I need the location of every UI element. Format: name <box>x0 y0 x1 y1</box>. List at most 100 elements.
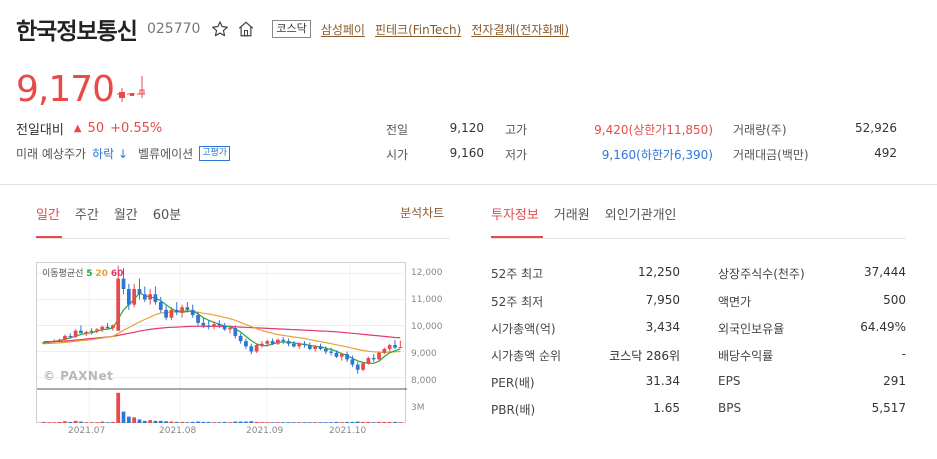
volume-bar <box>212 422 216 423</box>
ma-legend-label: 이동평균선 <box>42 269 84 279</box>
volume-bar <box>73 420 78 423</box>
candle-body <box>63 335 67 340</box>
tab-daily[interactable]: 일간 <box>36 204 60 223</box>
volume-bar <box>339 422 344 423</box>
volume-bar <box>366 421 371 423</box>
predict-value[interactable]: 하락 ↓ <box>92 145 128 162</box>
volume-bar <box>57 421 62 423</box>
candle-body <box>377 352 381 360</box>
tab-broker[interactable]: 거래원 <box>554 204 590 223</box>
change-label: 전일대비 <box>16 123 64 138</box>
candle-body <box>185 307 190 310</box>
candle-body <box>350 359 355 365</box>
candle-body <box>121 278 126 290</box>
candle-body <box>382 348 387 353</box>
info-tabs-line <box>491 238 906 239</box>
volume-bar <box>254 421 259 423</box>
candle-body <box>270 341 275 344</box>
volume-bar <box>164 421 168 423</box>
volume-bar <box>228 422 232 423</box>
home-icon[interactable] <box>236 19 256 39</box>
volume-bar <box>382 421 387 423</box>
tab-monthly[interactable]: 월간 <box>114 204 138 223</box>
theme-link-epayment[interactable]: 전자결제(전자화폐) <box>471 21 569 38</box>
open-value: 9,160 <box>449 146 484 160</box>
theme-link-samsungpay[interactable]: 삼성페이 <box>321 21 365 38</box>
volume-bar <box>377 421 381 423</box>
candle-body <box>111 325 115 329</box>
candle-body <box>164 309 168 318</box>
volume-bar <box>142 420 147 423</box>
high-label: 고가 <box>505 123 528 137</box>
chart-tabs-line <box>36 238 450 239</box>
info-value: 코스닥 286위 <box>609 349 680 363</box>
candle-body <box>334 352 339 357</box>
volume-bar <box>174 421 179 423</box>
volume-bar <box>323 422 328 423</box>
info-label: 액면가 <box>718 295 752 309</box>
high-value: 9,420(상한가11,850) <box>594 123 713 137</box>
price-chart[interactable]: 이동평균선 5 20 60 © PAXNet <box>36 262 407 424</box>
candle-body <box>52 340 57 342</box>
candle-body <box>217 324 222 326</box>
stock-header: 한국정보통신 025770 코스닥 삼성페이 핀테크(FinTech) 전자결제… <box>16 12 569 46</box>
volume-bar <box>371 422 376 423</box>
tab-weekly[interactable]: 주간 <box>75 204 99 223</box>
y-tick-11000: 11,000 <box>411 295 443 305</box>
info-value: 37,444 <box>864 265 906 279</box>
x-tick-2021-07: 2021.07 <box>68 426 106 436</box>
stock-name: 한국정보통신 <box>16 19 138 45</box>
volume-bar <box>95 422 99 423</box>
info-value: 5,517 <box>871 401 906 415</box>
volume-bar <box>84 422 89 423</box>
volume-bar <box>169 421 174 423</box>
volume-bar <box>201 421 206 423</box>
info-label: PBR(배) <box>491 403 536 417</box>
volume-bar <box>387 421 392 423</box>
candle-body <box>329 351 333 353</box>
candle-body <box>307 345 312 349</box>
info-tabs: 투자정보 거래원 외인기관개인 <box>491 204 692 223</box>
valuation-badge[interactable]: 고평가 <box>199 146 231 161</box>
predict-label: 미래 예상주가 <box>16 147 87 161</box>
volume-value: 52,926 <box>855 121 897 135</box>
volume-bar <box>100 421 105 423</box>
candle-body <box>158 302 163 310</box>
candle-body <box>68 335 73 337</box>
info-value: 12,250 <box>638 265 680 279</box>
info-label: 배당수익률 <box>718 349 774 363</box>
theme-link-fintech[interactable]: 핀테크(FinTech) <box>375 21 461 38</box>
candle-body <box>132 289 137 305</box>
volume-bar <box>126 416 131 423</box>
volume-bar <box>111 421 115 423</box>
info-label: EPS <box>718 374 741 388</box>
volume-bar <box>158 420 163 423</box>
tab-invest-info[interactable]: 투자정보 <box>491 204 539 223</box>
low-label: 저가 <box>505 148 528 162</box>
candle-body <box>355 364 360 370</box>
volume-bar <box>355 421 360 423</box>
candle-body <box>244 341 248 347</box>
candle-body <box>387 345 392 349</box>
volume-bar <box>297 422 302 423</box>
tab-60min[interactable]: 60분 <box>153 204 182 223</box>
candle-body <box>95 329 99 331</box>
volume-bar <box>137 419 142 423</box>
change-value: 50 <box>87 121 105 136</box>
info-value: 291 <box>883 374 906 388</box>
volume-bar <box>190 421 195 423</box>
tab-investor[interactable]: 외인기관개인 <box>605 204 677 223</box>
volume-bar <box>79 421 83 423</box>
mini-candle-icon <box>117 76 147 102</box>
amount-value: 492 <box>874 146 897 160</box>
volume-bar <box>350 421 355 423</box>
candle-body <box>366 358 371 364</box>
volume-bar <box>302 422 307 423</box>
ma20-label: 20 <box>95 269 108 279</box>
candle-body <box>196 315 200 323</box>
star-icon[interactable] <box>210 19 230 39</box>
change-row: 전일대비 ▲ 50 +0.55% <box>16 119 162 138</box>
analysis-chart-link[interactable]: 분석차트 <box>400 204 444 221</box>
candle-body <box>47 341 51 343</box>
info-label: 시가총액 순위 <box>491 349 562 363</box>
